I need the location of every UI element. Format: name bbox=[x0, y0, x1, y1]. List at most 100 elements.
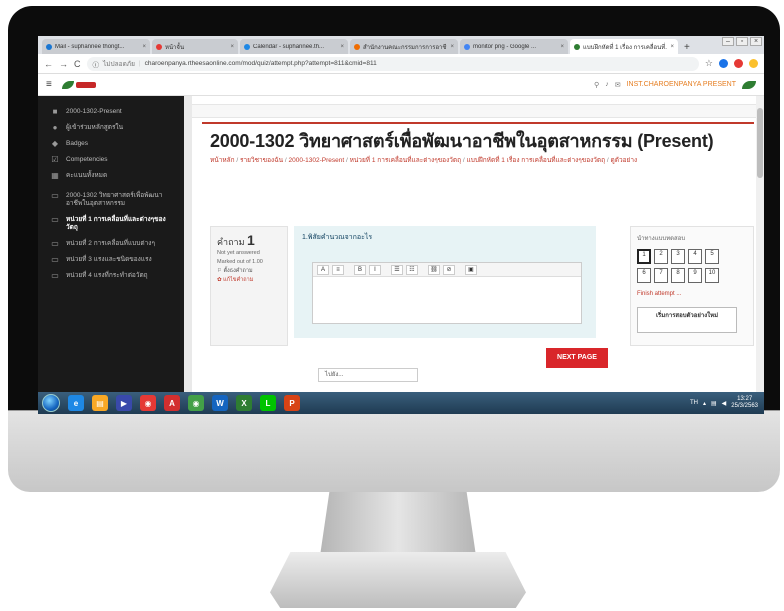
language-indicator[interactable]: TH bbox=[690, 400, 698, 406]
user-avatar[interactable] bbox=[742, 80, 756, 89]
breadcrumb-link[interactable]: รายวิชาของฉัน bbox=[240, 157, 283, 164]
sidebar-item[interactable]: ▦ คะแนนทั้งหมด bbox=[38, 168, 184, 184]
tab-favicon-icon bbox=[574, 43, 580, 50]
start-button[interactable] bbox=[42, 394, 60, 412]
sidebar-item[interactable]: ▭ หน่วยที่ 3 แรงและชนิดของแรง bbox=[38, 252, 184, 268]
user-name[interactable]: INST.CHAROENPANYA PRESENT bbox=[627, 81, 736, 88]
back-icon[interactable]: ← bbox=[44, 59, 53, 69]
sidebar-item-icon: ☑ bbox=[51, 155, 59, 164]
bookmark-star-icon[interactable]: ☆ bbox=[705, 58, 713, 69]
start-new-preview-button[interactable]: เริ่มการสอบตัวอย่างใหม่ bbox=[637, 307, 737, 333]
tab-close-icon[interactable]: × bbox=[560, 44, 564, 50]
sidebar-item[interactable]: ▭ หน่วยที่ 2 การเคลื่อนที่แบบต่างๆ bbox=[38, 236, 184, 252]
taskbar-chrome-icon[interactable]: ◉ bbox=[188, 395, 204, 411]
editor-toolbar-button[interactable]: ⛓ bbox=[428, 264, 440, 275]
maximize-button[interactable]: ▫ bbox=[736, 37, 748, 46]
taskbar-word-icon[interactable]: W bbox=[212, 395, 228, 411]
flag-question-link[interactable]: ⚐ ตั้งธงคำถาม bbox=[217, 267, 281, 276]
url-bar[interactable]: ⓘ ไม่ปลอดภัย | charoenpanya.rtheesaonlin… bbox=[86, 56, 699, 71]
close-window-button[interactable]: × bbox=[750, 37, 762, 46]
tab-close-icon[interactable]: × bbox=[670, 44, 674, 50]
editor-toolbar-button[interactable]: A bbox=[317, 264, 329, 275]
question-nav-button[interactable]: 8 bbox=[671, 268, 685, 283]
breadcrumb-link[interactable]: 2000-1302-Present bbox=[289, 157, 345, 164]
editor-toolbar-button[interactable]: ≡ bbox=[332, 264, 344, 275]
question-nav-button[interactable]: 9 bbox=[688, 268, 702, 283]
sidebar-item[interactable]: ▭ 2000-1302 วิทยาศาสตร์เพื่อพัฒนาอาชีพในอ… bbox=[38, 188, 184, 212]
extension-icon[interactable] bbox=[749, 59, 758, 68]
browser-tab[interactable]: แบบฝึกหัดที่ 1 เรื่อง การเคลื่อนที่... × bbox=[570, 39, 678, 54]
jump-to-select[interactable]: ไปยัง... bbox=[318, 368, 418, 382]
taskbar-line-icon[interactable]: L bbox=[260, 395, 276, 411]
sidebar-item-label: 2000-1302-Present bbox=[66, 108, 122, 115]
clock[interactable]: 13:27 25/3/2563 bbox=[731, 396, 758, 410]
taskbar-apps: e ▤ ▶ ◉ A ◉ W X L P bbox=[68, 395, 300, 411]
answer-editor[interactable]: A ≡ B I ☰ ☷ ⛓ ⊘ ▣ bbox=[312, 262, 582, 324]
notification-bell-icon[interactable]: ♪ bbox=[605, 81, 609, 88]
messages-icon[interactable]: ✉ bbox=[615, 81, 621, 89]
editor-toolbar-button[interactable]: ☷ bbox=[406, 264, 418, 275]
forward-icon[interactable]: → bbox=[59, 59, 68, 69]
sidebar-item[interactable]: ◆ Badges bbox=[38, 136, 184, 152]
answer-textarea[interactable] bbox=[313, 277, 581, 323]
editor-toolbar-button[interactable]: ⊘ bbox=[443, 264, 455, 275]
taskbar-chrome-app-icon[interactable]: ◉ bbox=[140, 395, 156, 411]
browser-tab[interactable]: Mail - suphannee thongt... × bbox=[42, 39, 150, 54]
sidebar-item[interactable]: ☑ Competencies bbox=[38, 152, 184, 168]
next-page-button[interactable]: NEXT PAGE bbox=[546, 348, 608, 368]
taskbar-ie-icon[interactable]: e bbox=[68, 395, 84, 411]
extension-icon[interactable] bbox=[734, 59, 743, 68]
finish-attempt-link[interactable]: Finish attempt ... bbox=[637, 291, 747, 297]
breadcrumb-link[interactable]: แบบฝึกหัดที่ 1 เรื่อง การเคลื่อนที่และต่… bbox=[467, 157, 606, 164]
edit-question-link[interactable]: ✿ แก้ไขคำถาม bbox=[217, 276, 281, 285]
volume-icon[interactable]: ◀ bbox=[722, 400, 727, 407]
question-nav-button[interactable]: 7 bbox=[654, 268, 668, 283]
info-icon[interactable]: ⓘ bbox=[93, 59, 100, 69]
browser-tab[interactable]: หน้าจั้น × bbox=[152, 39, 238, 54]
taskbar-explorer-icon[interactable]: ▤ bbox=[92, 395, 108, 411]
site-logo[interactable] bbox=[61, 80, 96, 89]
minimize-button[interactable]: – bbox=[722, 37, 734, 46]
browser-tab[interactable]: Calendar - suphannee.th... × bbox=[240, 39, 348, 54]
taskbar-excel-icon[interactable]: X bbox=[236, 395, 252, 411]
taskbar-media-icon[interactable]: ▶ bbox=[116, 395, 132, 411]
tab-close-icon[interactable]: × bbox=[340, 44, 344, 50]
extension-icon[interactable] bbox=[719, 59, 728, 68]
reload-icon[interactable]: C bbox=[74, 59, 81, 69]
sidebar-item[interactable]: ▭ หน่วยที่ 4 แรงที่กระทำต่อวัตถุ bbox=[38, 268, 184, 284]
breadcrumb-link[interactable]: ดูตัวอย่าง bbox=[611, 157, 638, 164]
question-nav-button[interactable]: 4 bbox=[688, 249, 702, 264]
editor-toolbar-button[interactable]: ☰ bbox=[391, 264, 403, 275]
editor-toolbar-button[interactable]: I bbox=[369, 264, 381, 275]
network-icon[interactable]: ▤ bbox=[711, 400, 717, 407]
tab-close-icon[interactable]: × bbox=[450, 44, 454, 50]
editor-toolbar-button[interactable]: B bbox=[354, 264, 366, 275]
tab-close-icon[interactable]: × bbox=[230, 44, 234, 50]
tray-arrow-icon[interactable]: ▴ bbox=[703, 400, 706, 407]
breadcrumb-link[interactable]: หน้าหลัก bbox=[210, 157, 235, 164]
sidebar-item[interactable]: ● ผู้เข้าร่วมหลักสูตรใน bbox=[38, 120, 184, 136]
taskbar-acrobat-icon[interactable]: A bbox=[164, 395, 180, 411]
window-controls: – ▫ × bbox=[722, 37, 762, 46]
scrollbar-thumb[interactable] bbox=[757, 108, 763, 178]
sidebar-item[interactable]: ■ 2000-1302-Present bbox=[38, 104, 184, 120]
question-nav-button[interactable]: 6 bbox=[637, 268, 651, 283]
tab-favicon-icon bbox=[354, 43, 360, 50]
sidebar-item[interactable]: ▭ หน่วยที่ 1 การเคลื่อนที่และต่างๆของวัตถ… bbox=[38, 212, 184, 236]
editor-toolbar-button[interactable]: ▣ bbox=[465, 264, 477, 275]
question-nav-button[interactable]: 3 bbox=[671, 249, 685, 264]
taskbar-powerpoint-icon[interactable]: P bbox=[284, 395, 300, 411]
question-nav-button[interactable]: 10 bbox=[705, 268, 719, 283]
search-icon[interactable]: ⚲ bbox=[594, 81, 599, 89]
tab-close-icon[interactable]: × bbox=[142, 44, 146, 50]
question-status: Not yet answered bbox=[217, 250, 260, 256]
browser-tab[interactable]: monitor png - Google ... × bbox=[460, 39, 568, 54]
browser-tab[interactable]: สำนักงานคณะกรรมการการอาชีวศึกษา× bbox=[350, 39, 458, 54]
question-nav-button[interactable]: 1 bbox=[637, 249, 651, 264]
breadcrumb-link[interactable]: หน่วยที่ 1 การเคลื่อนที่และต่างๆของวัตถุ bbox=[350, 157, 462, 164]
quiz-navigation: นำทางแบบทดสอบ 1 2 3 4 5 6 7 8 9 10 Finish attempt… bbox=[630, 226, 754, 346]
new-tab-button[interactable]: + bbox=[684, 42, 690, 53]
menu-toggle-icon[interactable]: ≡ bbox=[46, 79, 52, 90]
question-nav-button[interactable]: 5 bbox=[705, 249, 719, 264]
question-nav-button[interactable]: 2 bbox=[654, 249, 668, 264]
